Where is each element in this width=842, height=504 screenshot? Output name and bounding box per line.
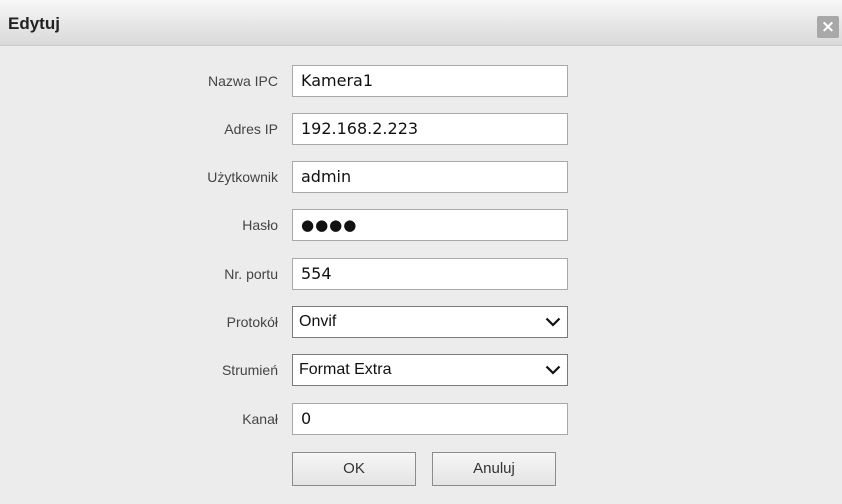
close-icon: × — [820, 17, 836, 37]
stream-label: Strumień — [221, 362, 278, 378]
username-label: Użytkownik — [207, 169, 278, 185]
port-input[interactable]: 554 — [292, 258, 568, 290]
protocol-selected-value: Onvif — [299, 313, 337, 330]
protocol-label: Protokół — [226, 314, 278, 330]
close-button[interactable]: × — [817, 16, 839, 38]
stream-select[interactable]: Format Extra — [292, 354, 568, 386]
cancel-button[interactable]: Anuluj — [432, 452, 556, 486]
dialog-title: Edytuj — [8, 14, 60, 33]
ip-address-label: Adres IP — [224, 121, 278, 137]
stream-selected-value: Format Extra — [299, 361, 392, 378]
port-label: Nr. portu — [224, 266, 278, 282]
password-label: Hasło — [242, 217, 278, 233]
ipc-name-input[interactable]: Kamera1 — [292, 65, 568, 97]
chevron-down-icon — [545, 365, 561, 375]
channel-label: Kanał — [242, 411, 278, 427]
dialog-titlebar: Edytuj × — [0, 0, 842, 46]
ok-button[interactable]: OK — [292, 452, 416, 486]
username-input[interactable]: admin — [292, 161, 568, 193]
protocol-select[interactable]: Onvif — [292, 306, 568, 338]
ipc-name-label: Nazwa IPC — [207, 73, 278, 89]
channel-input[interactable]: 0 — [292, 403, 568, 435]
password-input[interactable]: ●●●● — [292, 209, 568, 241]
edit-dialog: Edytuj × Nazwa IPC Kamera1 Adres IP 192.… — [0, 0, 842, 504]
ip-address-input[interactable]: 192.168.2.223 — [292, 113, 568, 145]
chevron-down-icon — [545, 317, 561, 327]
